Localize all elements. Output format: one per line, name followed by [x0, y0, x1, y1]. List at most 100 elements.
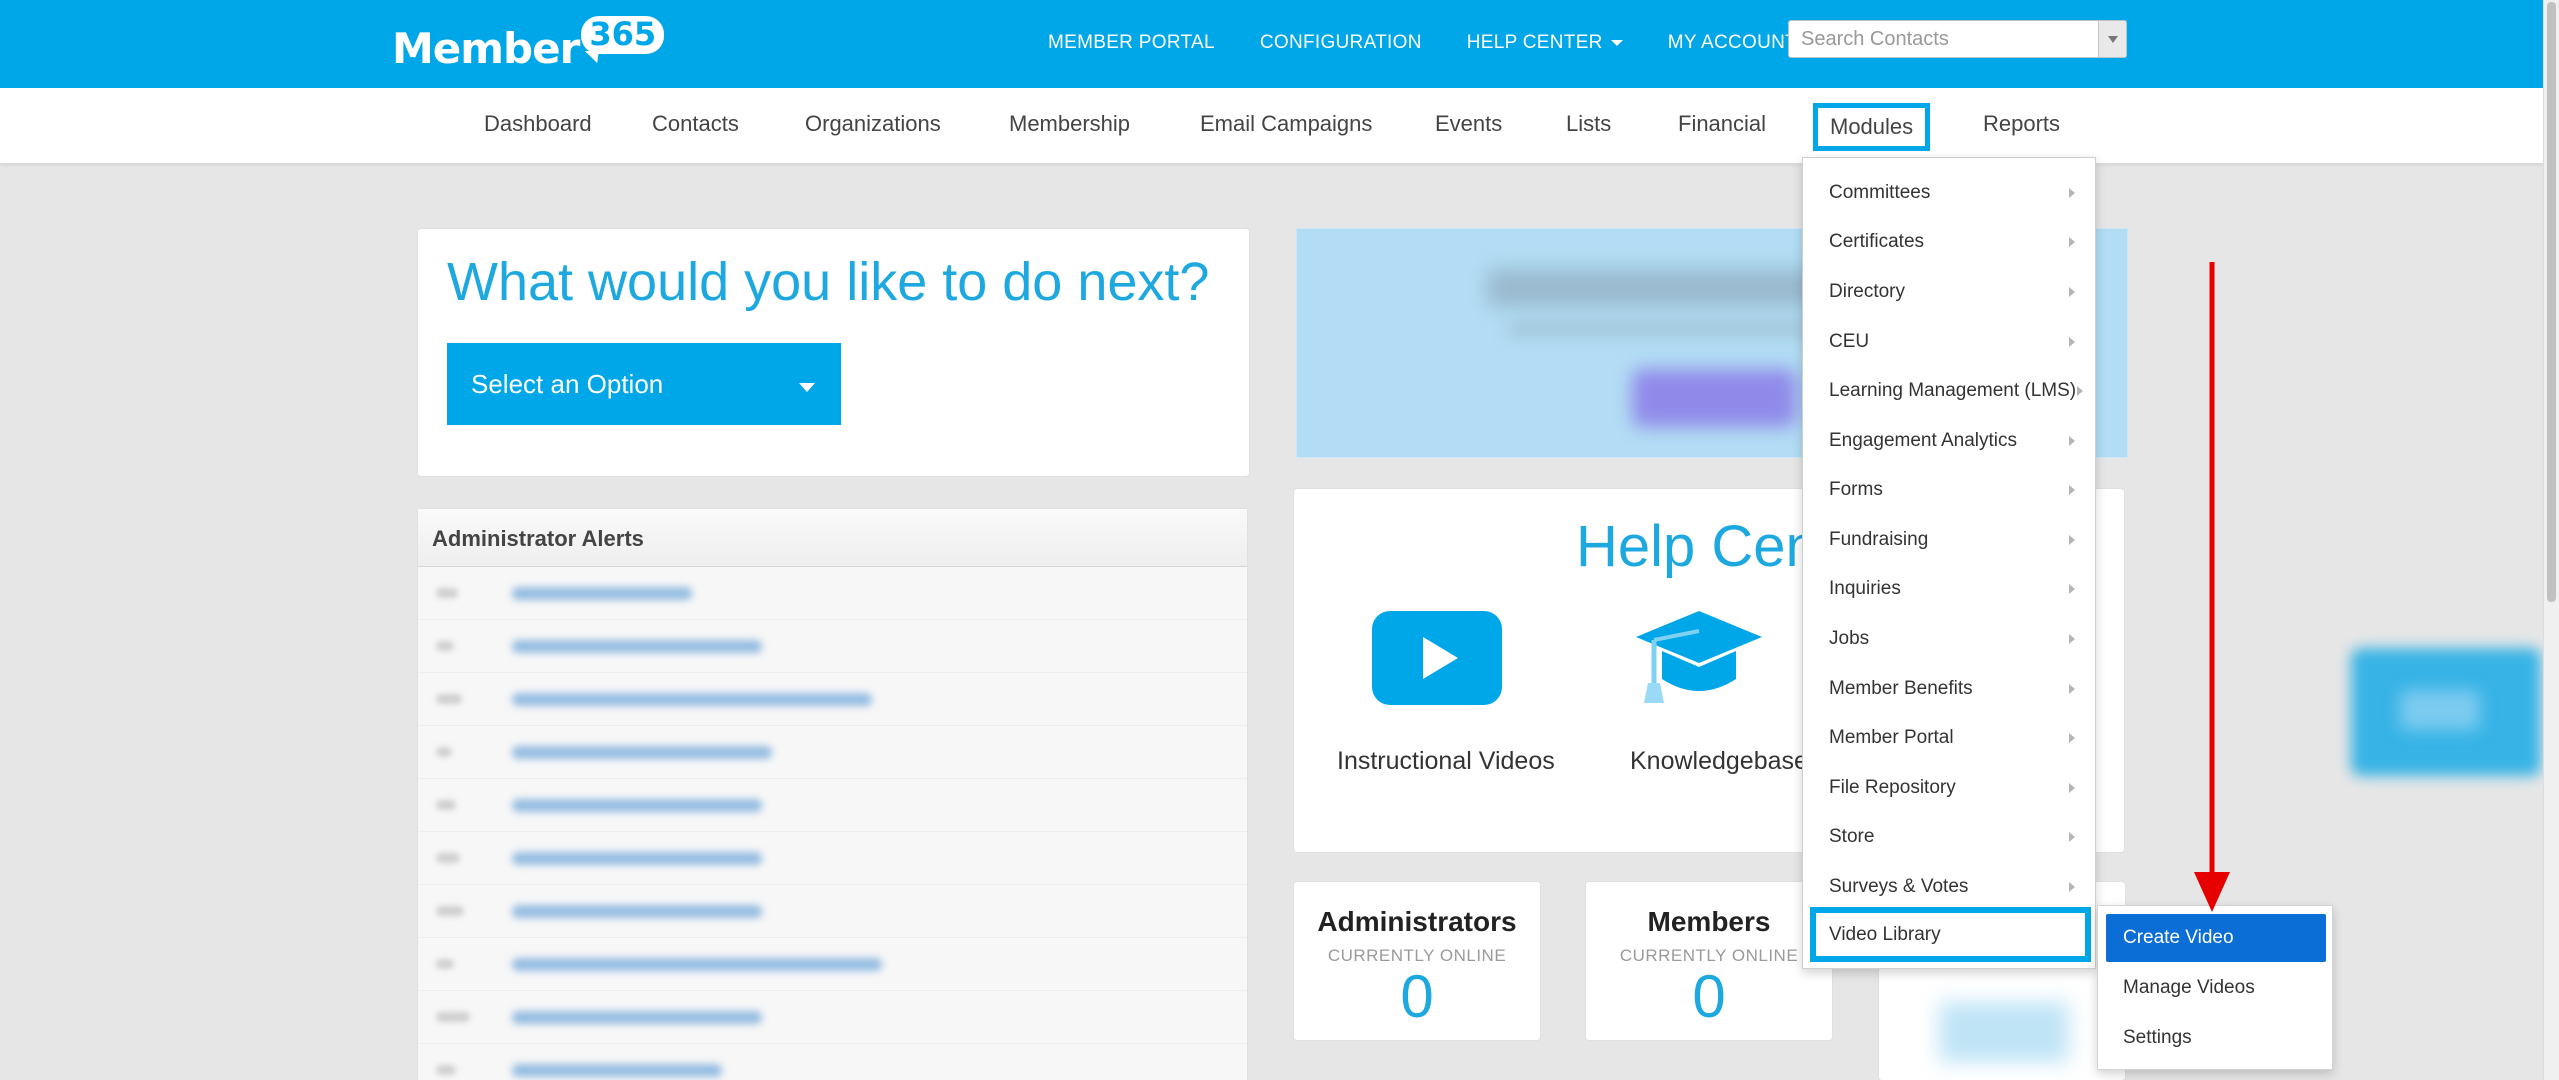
chevron-right-icon [2069, 783, 2075, 793]
select-option-dropdown[interactable]: Select an Option [447, 343, 841, 425]
menu-item-inquiries[interactable]: Inquiries [1803, 565, 2095, 613]
scrollbar-thumb[interactable] [2547, 2, 2556, 602]
alert-row[interactable] [418, 1044, 1247, 1080]
stat-value-blurred [1939, 1002, 2069, 1062]
menu-item-label: Certificates [1829, 231, 1925, 252]
knowledgebase-label[interactable]: Knowledgebase [1630, 747, 1808, 776]
chevron-right-icon [2069, 634, 2075, 644]
modules-dropdown-menu: Committees Certificates Directory CEU Le… [1802, 157, 2096, 969]
main-nav: Dashboard Contacts Organizations Members… [0, 88, 2543, 164]
menu-item-jobs[interactable]: Jobs [1803, 615, 2095, 663]
nav-events[interactable]: Events [1435, 111, 1502, 137]
nav-lists[interactable]: Lists [1566, 111, 1611, 137]
menu-item-store[interactable]: Store [1803, 813, 2095, 861]
submenu-settings[interactable]: Settings [2106, 1014, 2326, 1062]
chevron-right-icon [2069, 287, 2075, 297]
play-video-icon[interactable] [1372, 611, 1502, 705]
chevron-right-icon [2069, 535, 2075, 545]
alert-row[interactable] [418, 726, 1247, 779]
alert-text-blurred [512, 640, 762, 653]
nav-organizations[interactable]: Organizations [805, 111, 941, 137]
menu-item-engagement-analytics[interactable]: Engagement Analytics [1803, 417, 2095, 465]
topnav-label: CONFIGURATION [1259, 32, 1422, 53]
alert-row[interactable] [418, 991, 1247, 1044]
alert-text-blurred [512, 1011, 762, 1024]
menu-item-label: Jobs [1829, 628, 1870, 649]
alert-text-blurred [512, 852, 762, 865]
nav-dashboard[interactable]: Dashboard [484, 111, 592, 137]
stat-title: Administrators [1317, 906, 1517, 937]
menu-item-forms[interactable]: Forms [1803, 466, 2095, 514]
graduation-cap-icon[interactable] [1632, 607, 1766, 707]
menu-item-certificates[interactable]: Certificates [1803, 218, 2095, 266]
banner-subtext-blurred [1507, 321, 1827, 337]
topnav-configuration[interactable]: CONFIGURATION [1260, 32, 1422, 54]
alert-row[interactable] [418, 567, 1247, 620]
menu-item-fundraising[interactable]: Fundraising [1803, 516, 2095, 564]
alert-row[interactable] [418, 938, 1247, 991]
menu-item-surveys-votes[interactable]: Surveys & Votes [1803, 863, 2095, 911]
instructional-videos-label[interactable]: Instructional Videos [1337, 747, 1555, 776]
menu-item-label: CEU [1829, 331, 1870, 352]
alert-count-blurred [436, 747, 452, 757]
menu-item-label: Video Library [1829, 923, 1941, 945]
nav-reports[interactable]: Reports [1983, 111, 2060, 137]
chevron-right-icon [2069, 832, 2075, 842]
alert-count-blurred [436, 1012, 470, 1022]
alert-row[interactable] [418, 779, 1247, 832]
alert-row[interactable] [418, 885, 1247, 938]
submenu-manage-videos[interactable]: Manage Videos [2106, 964, 2326, 1012]
nav-membership[interactable]: Membership [1009, 111, 1130, 137]
menu-item-label: Forms [1829, 479, 1883, 500]
menu-item-label: Inquiries [1829, 578, 1901, 599]
menu-item-lms[interactable]: Learning Management (LMS) [1803, 367, 2095, 415]
alerts-header: Administrator Alerts [418, 509, 1247, 567]
search-dropdown-button[interactable] [2098, 21, 2126, 57]
alert-row[interactable] [418, 673, 1247, 726]
nav-financial[interactable]: Financial [1678, 111, 1766, 137]
menu-item-video-library[interactable]: Video Library [1810, 907, 2091, 962]
alert-text-blurred [512, 799, 762, 812]
caret-down-icon [799, 383, 815, 392]
chevron-right-icon [2069, 584, 2075, 594]
menu-item-label: Committees [1829, 182, 1931, 203]
menu-item-committees[interactable]: Committees [1803, 169, 2095, 217]
menu-item-label: Directory [1829, 281, 1906, 302]
search-input[interactable] [1789, 21, 2097, 57]
logo-word: Member [392, 24, 580, 73]
alert-text-blurred [512, 905, 762, 918]
alert-text-blurred [512, 1064, 722, 1077]
top-nav: MEMBER PORTAL CONFIGURATION HELP CENTER … [1048, 32, 1862, 54]
nav-email-campaigns[interactable]: Email Campaigns [1200, 111, 1372, 137]
alert-text-blurred [512, 693, 872, 706]
chevron-right-icon [2069, 188, 2075, 198]
alert-row[interactable] [418, 832, 1247, 885]
triangle-down-icon [2107, 35, 2118, 43]
alert-count-blurred [436, 906, 464, 916]
caret-down-icon [1610, 40, 1623, 46]
menu-item-member-portal[interactable]: Member Portal [1803, 714, 2095, 762]
menu-item-directory[interactable]: Directory [1803, 268, 2095, 316]
nav-modules[interactable]: Modules [1813, 103, 1931, 151]
administrators-online-card: Administrators CURRENTLY ONLINE 0 [1293, 881, 1541, 1041]
alert-count-blurred [436, 853, 460, 863]
floating-help-label-blurred [2400, 690, 2480, 730]
menu-item-ceu[interactable]: CEU [1803, 318, 2095, 366]
topnav-member-portal[interactable]: MEMBER PORTAL [1048, 32, 1215, 54]
submenu-create-video[interactable]: Create Video [2106, 914, 2326, 962]
member365-logo[interactable]: Member 365 [392, 14, 665, 74]
alert-count-blurred [436, 641, 454, 651]
topnav-label: MEMBER PORTAL [1048, 32, 1215, 53]
alert-row[interactable] [418, 620, 1247, 673]
logo-number-bubble: 365 [581, 16, 665, 54]
menu-item-member-benefits[interactable]: Member Benefits [1803, 665, 2095, 713]
page-scrollbar[interactable] [2543, 0, 2559, 1080]
stat-value: 0 [1692, 963, 1726, 1030]
nav-contacts[interactable]: Contacts [652, 111, 739, 137]
menu-item-file-repository[interactable]: File Repository [1803, 764, 2095, 812]
topnav-help-center[interactable]: HELP CENTER [1467, 32, 1623, 54]
chevron-right-icon [2069, 337, 2075, 347]
chevron-right-icon [2069, 733, 2075, 743]
stat-value: 0 [1400, 963, 1434, 1030]
video-library-submenu: Create Video Manage Videos Settings [2097, 905, 2333, 1070]
